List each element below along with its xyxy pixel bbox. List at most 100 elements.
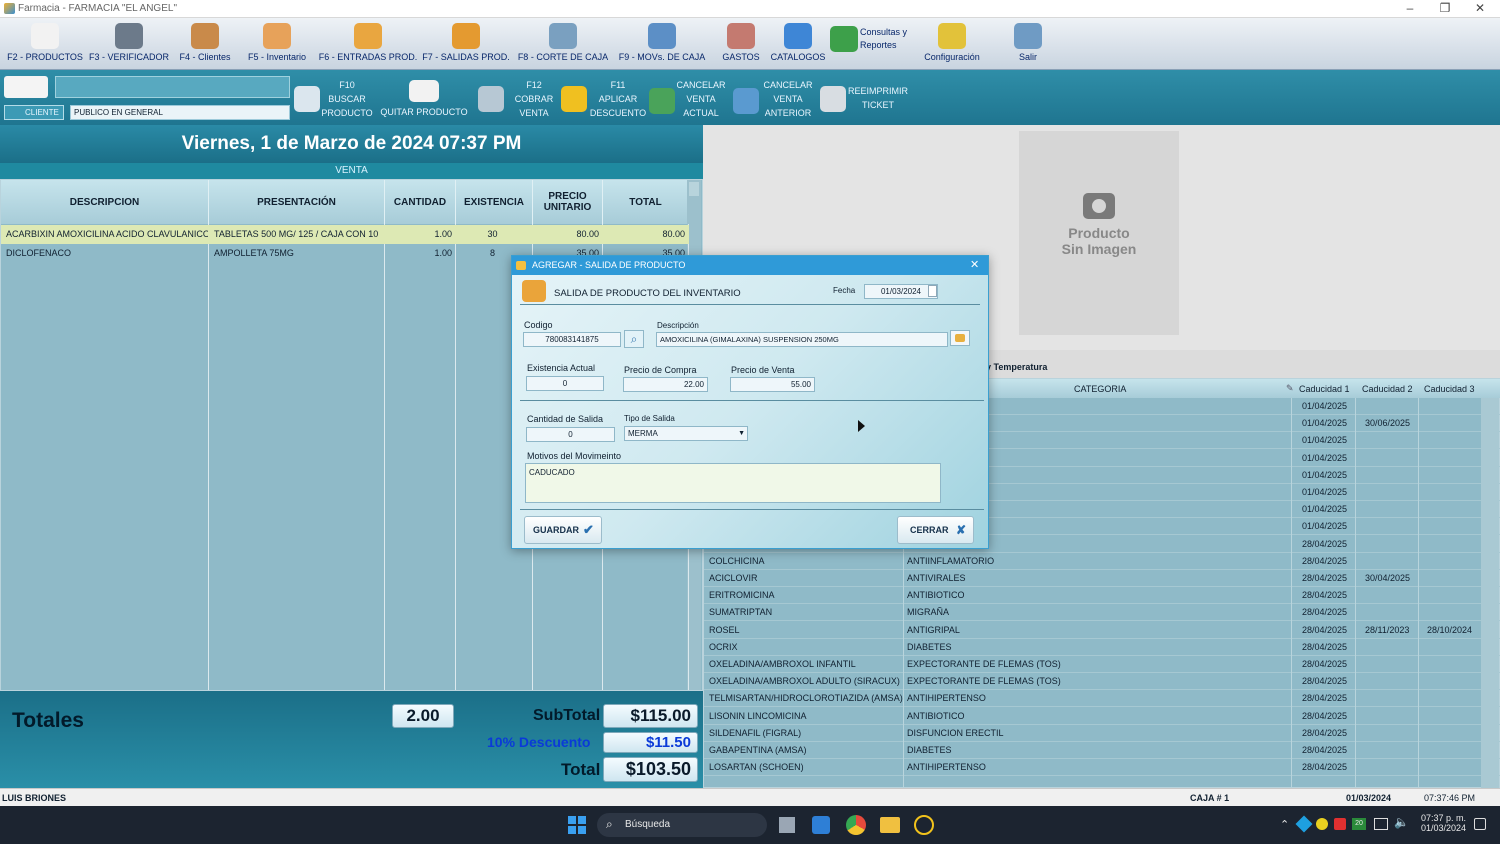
antivirus-icon[interactable] <box>1334 818 1346 830</box>
precio-compra-label: Precio de Compra <box>624 365 697 375</box>
catalog-cell: 01/04/2025 <box>1302 487 1348 497</box>
tipo-salida-select[interactable]: MERMA ▼ <box>624 426 748 441</box>
catalog-row[interactable]: LISONIN LINCOMICINA ANTIBIOTICO 28/04/2025 <box>704 708 1500 725</box>
fecha-label: Fecha <box>833 286 856 295</box>
toolbar-button-11[interactable]: Configuración <box>914 20 990 68</box>
catalog-row[interactable]: OXELADINA/AMBROXOL INFANTIL EXPECTORANTE … <box>704 656 1500 673</box>
toolbar-button-2[interactable]: F4 - Clientes <box>172 20 238 68</box>
existencia-input[interactable]: 0 <box>526 376 604 391</box>
network-icon[interactable] <box>1374 818 1388 830</box>
toolbar-button-8[interactable]: GASTOS <box>718 20 764 68</box>
toolbar-button-6[interactable]: F8 - CORTE DE CAJA <box>512 20 614 68</box>
toolbar-button-7[interactable]: F9 - MOVs. DE CAJA <box>614 20 710 68</box>
total-label: Total <box>561 760 601 779</box>
minimize-button[interactable]: – <box>1392 0 1428 18</box>
catalog-cell: 28/04/2025 <box>1302 659 1348 669</box>
cancelar-anterior-line3: ANTERIOR <box>764 108 812 118</box>
barcode-reader-icon <box>294 86 320 112</box>
search-product-button[interactable]: F10 BUSCAR PRODUCTO <box>294 74 374 122</box>
cerrar-button[interactable]: CERRAR ✘ <box>897 516 974 544</box>
codigo-input[interactable]: 780083141875 <box>523 332 621 347</box>
precio-venta-input[interactable]: 55.00 <box>730 377 815 392</box>
money-bag-icon <box>727 23 755 49</box>
exit-door-icon <box>1014 23 1042 49</box>
toolbar-button-3[interactable]: F5 - Inventario <box>238 20 316 68</box>
cobrar-line2: VENTA <box>519 108 549 118</box>
toolbar-label-7: F9 - MOVs. DE CAJA <box>618 52 706 62</box>
clock[interactable]: 07:37 p. m. 01/03/2024 <box>1418 813 1466 833</box>
cancel-previous-sale-button[interactable]: CANCELAR VENTA ANTERIOR <box>733 76 817 124</box>
main-toolbar: F2 - PRODUCTOS F3 - VERIFICADOR F4 - Clien… <box>0 18 1500 70</box>
catalog-row[interactable]: SUMATRIPTAN MIGRAÑA 28/04/2025 <box>704 604 1500 622</box>
task-view-icon[interactable] <box>779 817 795 833</box>
gear-icon <box>938 23 966 49</box>
product-lookup-icon[interactable] <box>950 330 970 346</box>
toolbar-button-4[interactable]: F6 - ENTRADAS PROD. <box>316 20 420 68</box>
calendar-icon[interactable] <box>928 285 937 297</box>
catalog-row[interactable]: TELMISARTAN/HIDROCLOROTIAZIDA (AMSA) ANTI… <box>704 690 1500 708</box>
close-window-button[interactable]: ✕ <box>1462 0 1498 18</box>
guardar-button[interactable]: GUARDAR ✔ <box>524 516 602 544</box>
total-value: $103.50 <box>603 757 698 782</box>
product-code-input[interactable] <box>55 76 290 98</box>
toolbar-button-12[interactable]: Salir <box>1008 20 1048 68</box>
table-row[interactable]: ACARBIXIN AMOXICILINA ACIDO CLAVULANICO T… <box>1 225 689 244</box>
tray-app-icon[interactable] <box>1316 818 1328 830</box>
catalog-row[interactable]: ROSEL ANTIGRIPAL 28/04/2025 28/11/2023 28/10… <box>704 622 1500 639</box>
reprint-ticket-button[interactable]: REEIMPRIMIR TICKET <box>820 82 908 122</box>
reimprimir-line1: REEIMPRIMIR <box>848 86 909 96</box>
chevron-down-icon[interactable]: ▼ <box>738 427 745 440</box>
cantidad-label: Cantidad de Salida <box>527 414 604 424</box>
sale-section-header: VENTA <box>0 163 703 179</box>
catalog-row[interactable]: ACICLOVIR ANTIVIRALES 28/04/2025 30/04/2025 <box>704 570 1500 587</box>
catalog-cell: SUMATRIPTAN <box>709 607 773 618</box>
apply-discount-button[interactable]: F11 APLICAR DESCUENTO <box>561 76 647 124</box>
client-name-field[interactable]: PUBLICO EN GENERAL <box>70 105 290 120</box>
tray-badge[interactable]: 20 <box>1352 818 1366 830</box>
divider <box>520 304 980 305</box>
sale-cell: AMPOLLETA 75MG <box>214 248 294 258</box>
catalog-row[interactable]: ERITROMICINA ANTIBIOTICO 28/04/2025 <box>704 587 1500 605</box>
defender-icon[interactable] <box>1295 815 1313 833</box>
catalog-row[interactable]: COLCHICINA ANTIINFLAMATORIO 28/04/2025 <box>704 553 1500 570</box>
chrome-icon[interactable] <box>846 815 866 835</box>
cancel-current-sale-button[interactable]: CANCELAR VENTA ACTUAL <box>649 76 727 124</box>
start-icon[interactable] <box>568 816 586 834</box>
charge-sale-button[interactable]: F12 COBRAR VENTA <box>476 74 556 122</box>
descripcion-input[interactable]: AMOXICILINA (GIMALAXINA) SUSPENSION 250M… <box>656 332 948 347</box>
toolbar-button-0[interactable]: F2 - PRODUCTOS <box>4 20 86 68</box>
client-button[interactable]: CLIENTE <box>4 105 64 120</box>
dialog-close-icon[interactable]: ✕ <box>970 256 979 275</box>
temperature-tab[interactable]: y Temperatura <box>986 362 1047 372</box>
toolbar-button-10[interactable]: Consultas y Reportes <box>830 20 912 68</box>
catalog-scrollbar[interactable] <box>1481 398 1499 788</box>
check-icon: ✔ <box>583 522 594 537</box>
chevron-up-icon[interactable]: ⌃ <box>1280 818 1289 831</box>
toolbar-button-1[interactable]: F3 - VERIFICADOR <box>86 20 172 68</box>
pharmacy-app-icon[interactable] <box>914 815 934 835</box>
store-app-icon[interactable] <box>812 816 830 834</box>
catalog-cell: 28/04/2025 <box>1302 693 1348 704</box>
catalog-row[interactable]: LOSARTAN (SCHOEN) ANTIHIPERTENSO 28/04/202… <box>704 759 1500 777</box>
precio-compra-input[interactable]: 22.00 <box>623 377 708 392</box>
file-explorer-icon[interactable] <box>880 817 900 833</box>
motivos-textarea[interactable]: CADUCADO <box>525 463 941 503</box>
notifications-icon[interactable] <box>1474 818 1486 830</box>
catalog-row[interactable]: SILDENAFIL (FIGRAL) DISFUNCION ERECTIL 28/… <box>704 725 1500 742</box>
maximize-button[interactable]: ❐ <box>1427 0 1463 18</box>
taskbar-search[interactable]: ⌕ Búsqueda <box>597 813 767 837</box>
catalog-cell: 28/10/2024 <box>1427 624 1473 635</box>
catalog-cell: ANTIHIPERTENSO <box>907 762 986 773</box>
catalog-row[interactable]: OCRIX DIABETES 28/04/2025 <box>704 639 1500 656</box>
catalog-cell: 28/04/2025 <box>1302 607 1348 618</box>
catalog-row[interactable]: GABAPENTINA (AMSA) DIABETES 28/04/2025 <box>704 742 1500 759</box>
toolbar-button-5[interactable]: F7 - SALIDAS PROD. <box>420 20 512 68</box>
cantidad-input[interactable]: 0 <box>526 427 615 442</box>
scrollbar-thumb[interactable] <box>689 182 699 196</box>
toolbar-button-9[interactable]: CATALOGOS <box>768 20 828 68</box>
volume-icon[interactable]: 🔈 <box>1394 815 1409 829</box>
search-icon[interactable]: ⌕ <box>624 330 644 348</box>
remove-product-button[interactable]: QUITAR PRODUCTO <box>380 74 468 122</box>
catalog-row[interactable]: OXELADINA/AMBROXOL ADULTO (SIRACUX) EXPEC… <box>704 673 1500 691</box>
fecha-field[interactable]: 01/03/2024 <box>864 284 938 299</box>
